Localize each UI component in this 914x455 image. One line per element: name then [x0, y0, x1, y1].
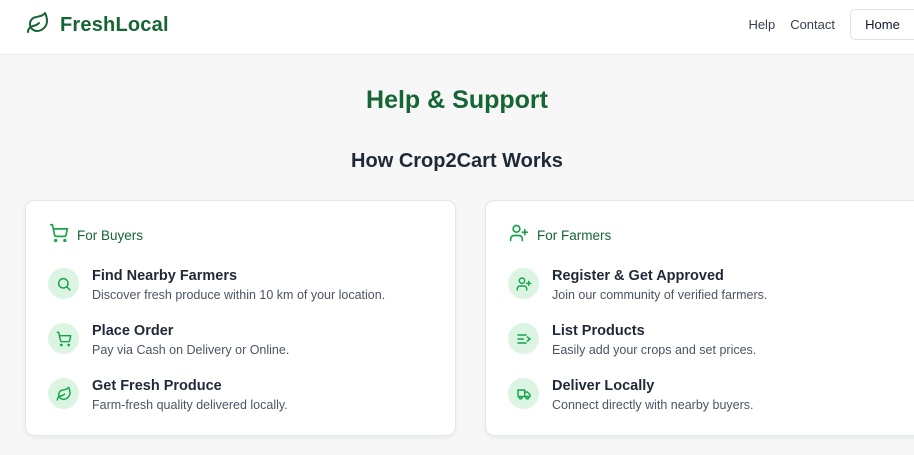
brand-name: FreshLocal	[60, 13, 169, 36]
buyers-card-heading: For Buyers	[49, 223, 143, 248]
buyer-step-find-farmers: Find Nearby Farmers Discover fresh produ…	[48, 267, 385, 303]
step-title: Place Order	[92, 323, 174, 339]
truck-icon	[508, 378, 539, 409]
step-title: List Products	[552, 323, 645, 339]
farmer-step-list-products: List Products Easily add your crops and …	[508, 322, 756, 358]
home-button[interactable]: Home	[850, 9, 914, 40]
step-description: Connect directly with nearby buyers.	[552, 398, 754, 412]
list-plus-icon	[508, 323, 539, 354]
leaf-icon	[48, 378, 79, 409]
user-plus-icon	[508, 268, 539, 299]
brand-logo[interactable]: FreshLocal	[26, 10, 169, 40]
search-icon	[48, 268, 79, 299]
step-description: Farm-fresh quality delivered locally.	[92, 398, 288, 412]
page-subtitle: How Crop2Cart Works	[351, 150, 563, 172]
top-navbar: FreshLocal Help Contact Home	[0, 0, 914, 55]
shopping-cart-icon	[49, 223, 69, 248]
farmer-step-register: Register & Get Approved Join our communi…	[508, 267, 767, 303]
nav-links: Help Contact Home	[748, 9, 914, 40]
buyer-step-fresh-produce: Get Fresh Produce Farm-fresh quality del…	[48, 377, 288, 413]
step-description: Join our community of verified farmers.	[552, 288, 768, 302]
buyers-card: For Buyers Find Nearby Farmers Discover …	[25, 200, 456, 436]
nav-contact-link[interactable]: Contact	[790, 17, 835, 32]
farmer-step-deliver: Deliver Locally Connect directly with ne…	[508, 377, 753, 413]
nav-help-link[interactable]: Help	[748, 17, 775, 32]
step-title: Get Fresh Produce	[92, 378, 222, 394]
farmers-card-heading: For Farmers	[509, 223, 611, 248]
step-description: Discover fresh produce within 10 km of y…	[92, 288, 386, 302]
buyers-heading-label: For Buyers	[77, 228, 144, 243]
shopping-cart-icon	[48, 323, 79, 354]
step-description: Easily add your crops and set prices.	[552, 343, 757, 357]
step-description: Pay via Cash on Delivery or Online.	[92, 343, 290, 357]
farmers-heading-label: For Farmers	[537, 228, 612, 243]
farmers-card: For Farmers Register & Get Approved Join…	[485, 200, 914, 436]
leaf-icon	[26, 11, 50, 40]
step-title: Register & Get Approved	[552, 268, 724, 284]
buyer-step-place-order: Place Order Pay via Cash on Delivery or …	[48, 322, 289, 358]
step-title: Find Nearby Farmers	[92, 268, 238, 284]
page-title: Help & Support	[366, 86, 548, 114]
step-title: Deliver Locally	[552, 378, 655, 394]
user-plus-icon	[509, 223, 529, 248]
